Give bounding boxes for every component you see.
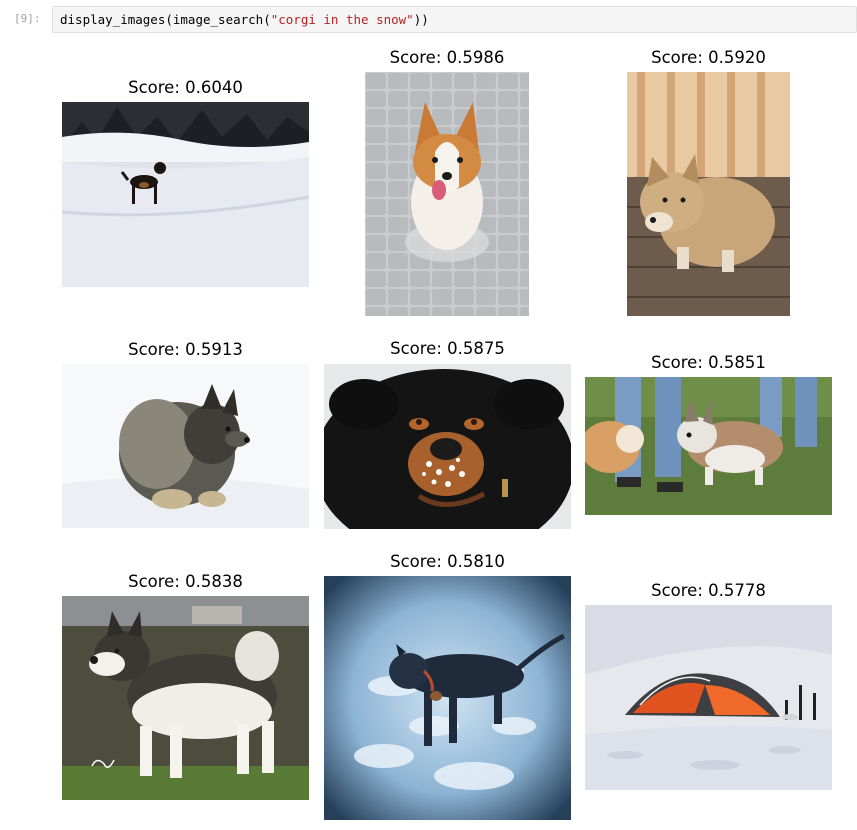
- code-call: display_images(image_search(: [60, 12, 271, 27]
- black-dog-on-snow-image: [62, 102, 309, 287]
- keeshond-in-snow-image: [62, 364, 309, 528]
- result-tile-3: Score: 0.5920: [627, 48, 790, 316]
- malamute-on-grass-image: [62, 596, 309, 800]
- result-score-9: Score: 0.5778: [651, 581, 766, 600]
- result-tile-2: Score: 0.5986: [365, 48, 529, 316]
- two-corgis-on-grass-image: [585, 377, 832, 515]
- result-tile-6: Score: 0.5851: [585, 353, 832, 515]
- result-score-3: Score: 0.5920: [651, 48, 766, 67]
- code-input-cell[interactable]: display_images(image_search("corgi in th…: [52, 6, 857, 33]
- result-tile-5: Score: 0.5875: [324, 339, 571, 529]
- shiba-on-deck-image: [627, 72, 790, 316]
- code-call-close: )): [413, 12, 429, 27]
- result-score-2: Score: 0.5986: [389, 48, 505, 67]
- rottweiler-snowy-face-image: [324, 364, 571, 529]
- result-score-6: Score: 0.5851: [651, 353, 766, 372]
- result-tile-8: Score: 0.5810: [324, 552, 571, 820]
- result-score-4: Score: 0.5913: [128, 340, 243, 359]
- result-tile-1: Score: 0.6040: [62, 78, 309, 287]
- result-score-7: Score: 0.5838: [128, 572, 243, 591]
- result-tile-4: Score: 0.5913: [62, 340, 309, 528]
- result-tile-9: Score: 0.5778: [585, 581, 832, 790]
- code-string-literal: "corgi in the snow": [270, 12, 414, 27]
- dog-in-snow-vignette-image: [324, 576, 571, 820]
- result-tile-7: Score: 0.5838: [62, 572, 309, 800]
- orange-tent-in-snow-image: [585, 605, 832, 790]
- corgi-on-pavement-image: [365, 72, 529, 316]
- result-score-1: Score: 0.6040: [128, 78, 243, 97]
- result-score-5: Score: 0.5875: [390, 339, 505, 358]
- cell-prompt: [9]:: [14, 12, 41, 25]
- result-score-8: Score: 0.5810: [390, 552, 505, 571]
